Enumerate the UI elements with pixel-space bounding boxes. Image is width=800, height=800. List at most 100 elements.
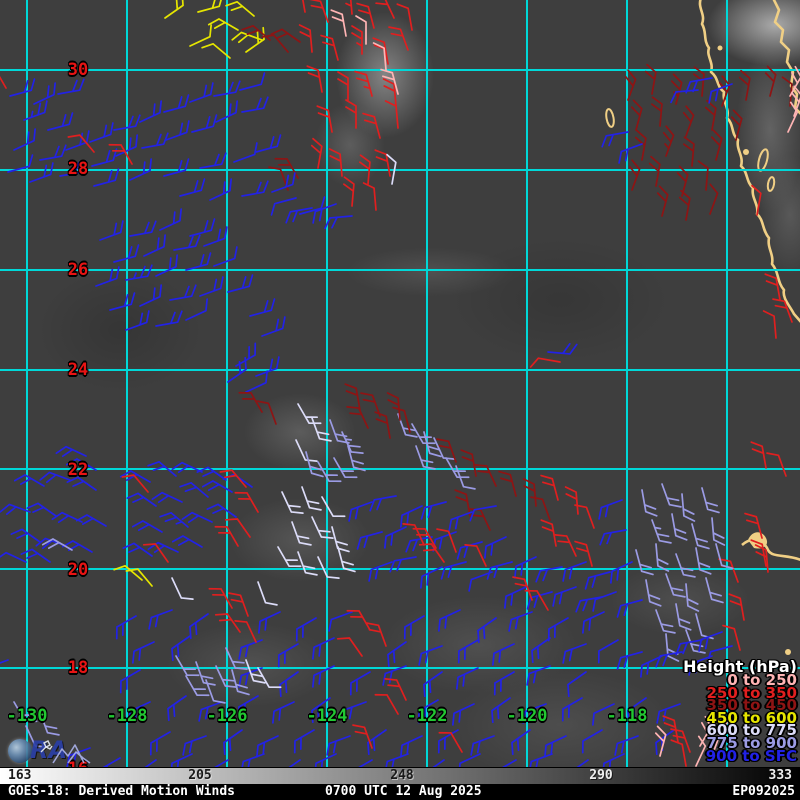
- wind-barb: [760, 66, 777, 96]
- wind-barb: [292, 618, 321, 641]
- wind-barb: [767, 450, 786, 480]
- wind-barb: [352, 26, 362, 54]
- wind-barb: [579, 612, 609, 633]
- wind-barb: [308, 139, 323, 168]
- goes-dmw-viewer: 3028262422201816-130-128-126-124-122-120…: [0, 0, 800, 800]
- wind-barb: [590, 592, 620, 611]
- latitude-label: 30: [68, 62, 88, 78]
- wind-barb: [364, 182, 376, 211]
- wind-barb: [773, 296, 792, 326]
- wind-barb: [63, 538, 92, 561]
- wind-barb: [302, 484, 321, 514]
- wind-barb: [389, 24, 408, 54]
- wind-barb: [531, 494, 550, 524]
- wind-barb: [216, 609, 240, 638]
- wind-barb: [116, 670, 145, 693]
- wind-barb: [531, 357, 560, 372]
- wind-barb: [465, 541, 486, 571]
- wind-barb: [229, 590, 248, 620]
- grayscale-colorbar: 163205248290333: [0, 767, 800, 784]
- wind-barb: [324, 216, 353, 228]
- wind-barb: [182, 299, 212, 320]
- wind-barb: [541, 518, 556, 547]
- wind-barb: [439, 562, 469, 579]
- wind-barb: [435, 610, 465, 631]
- colorbar-value-label: 205: [188, 768, 211, 784]
- wind-barb: [346, 502, 376, 521]
- wind-barb: [412, 419, 435, 448]
- product-title: GOES-18: Derived Motion Winds: [8, 784, 235, 800]
- wind-barb: [253, 736, 283, 757]
- wind-barb: [626, 100, 643, 130]
- wind-barb: [180, 479, 208, 505]
- wind-barb: [416, 646, 446, 665]
- wind-barb: [706, 84, 736, 103]
- wind-barb: [112, 115, 141, 130]
- wind-barb: [524, 478, 536, 507]
- wind-barb: [56, 79, 85, 94]
- wind-barb: [599, 754, 629, 767]
- wind-barb: [209, 584, 232, 613]
- wind-barb: [225, 275, 255, 292]
- wind-barb: [136, 101, 166, 122]
- wind-barb: [212, 81, 241, 96]
- latitude-label: 26: [68, 262, 88, 278]
- wind-barb: [355, 69, 372, 99]
- wind-barb: [148, 458, 176, 484]
- wind-barb: [129, 642, 159, 663]
- wind-barb: [331, 8, 346, 37]
- wind-barb: [133, 760, 162, 767]
- longitude-label: -124: [307, 708, 348, 724]
- wind-barb: [382, 754, 412, 767]
- wind-barb: [485, 562, 515, 579]
- wind-barb: [124, 265, 153, 280]
- wind-barb: [453, 668, 483, 689]
- wind-barb: [186, 25, 216, 46]
- wind-barb: [361, 390, 380, 420]
- wind-barb: [751, 440, 766, 469]
- wind-barb: [236, 640, 266, 659]
- wind-barb: [701, 184, 720, 214]
- wind-barb: [168, 285, 197, 300]
- wind-barb: [574, 597, 603, 612]
- wind-barb: [324, 736, 354, 755]
- wind-barb: [347, 403, 368, 433]
- wind-barb: [652, 517, 671, 547]
- legend-entry: 900 to SFC: [683, 750, 797, 763]
- colorbar-value-label: 333: [769, 768, 792, 784]
- latitude-label: 20: [68, 562, 88, 578]
- wind-barb: [185, 614, 214, 638]
- wind-barb: [282, 488, 303, 518]
- wind-barb: [202, 40, 230, 66]
- wind-barb: [455, 754, 485, 767]
- wind-barb: [204, 760, 233, 767]
- wind-barb: [363, 111, 380, 141]
- wind-barb: [0, 660, 11, 679]
- wind-barb: [321, 33, 338, 63]
- longitude-label: -126: [207, 708, 248, 724]
- wind-barb: [128, 221, 157, 236]
- wind-barb: [736, 71, 751, 100]
- wind-barb: [702, 485, 719, 515]
- latitude-label: 28: [68, 161, 88, 177]
- wind-barb: [209, 16, 238, 39]
- wind-barb: [91, 169, 121, 186]
- wind-barb: [583, 572, 613, 589]
- wind-barb: [237, 73, 267, 90]
- wind-barb: [146, 732, 175, 755]
- wind-barb: [654, 652, 683, 667]
- wind-barb: [297, 197, 327, 214]
- wind-barb: [189, 115, 219, 132]
- wind-barb: [449, 704, 479, 725]
- wind-barb: [696, 161, 708, 190]
- wind-barb: [187, 219, 217, 236]
- wind-barb: [114, 562, 142, 588]
- wind-barb: [676, 191, 691, 220]
- wind-barb: [424, 429, 441, 459]
- wind-barb: [713, 76, 732, 106]
- wind-barb: [332, 524, 349, 554]
- wind-barb: [600, 132, 629, 147]
- wind-barb: [274, 644, 303, 667]
- wind-barb: [123, 311, 153, 330]
- wind-barb: [206, 179, 236, 200]
